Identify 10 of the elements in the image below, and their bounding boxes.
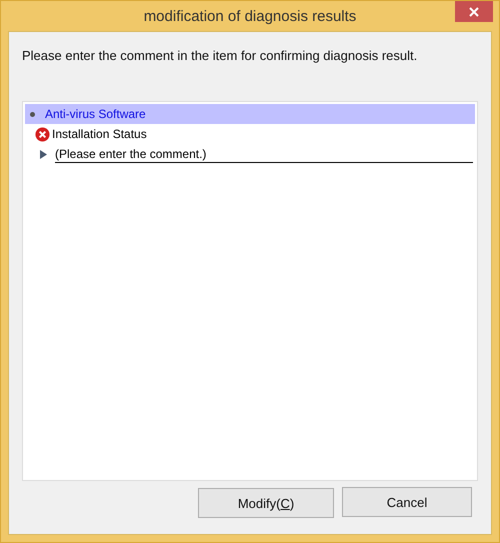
comment-field[interactable]: (Please enter the comment.) <box>55 146 473 162</box>
dialog-button[interactable]: Modify(C) <box>198 488 334 518</box>
dialog-button[interactable]: Cancel <box>342 487 472 517</box>
close-icon <box>468 6 480 18</box>
instruction-text: Please enter the comment in the item for confirming diagnosis result. <box>22 48 418 63</box>
window-title: modification of diagnosis results <box>144 8 356 24</box>
tree-item-label: Installation Status <box>52 127 147 141</box>
close-button[interactable] <box>455 1 493 22</box>
tree-item[interactable]: Anti-virus Software <box>25 104 475 124</box>
triangle-icon <box>40 150 47 158</box>
